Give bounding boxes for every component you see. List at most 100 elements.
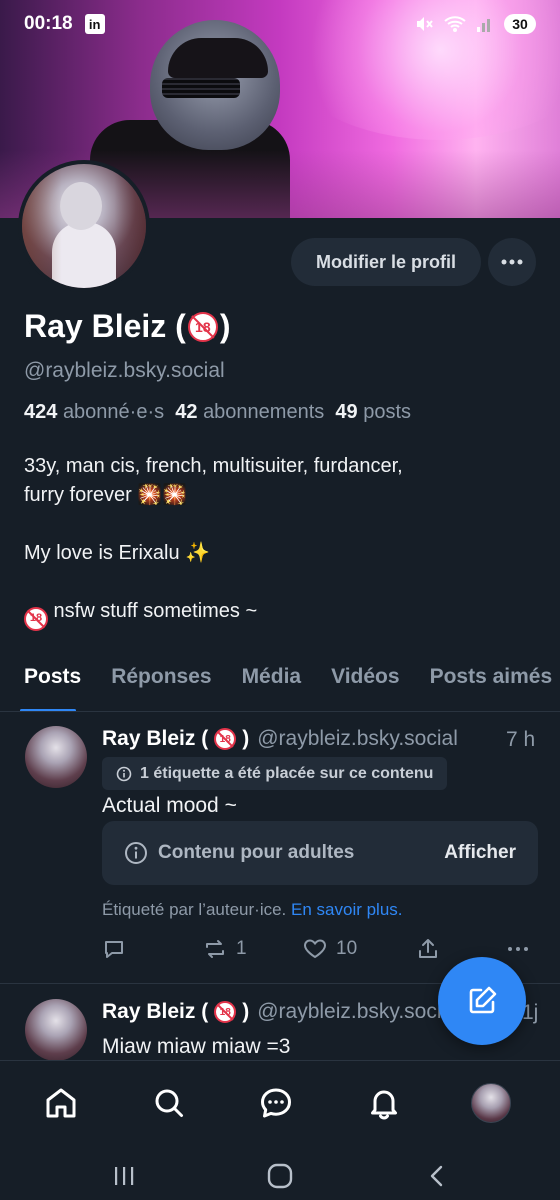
learn-more-link[interactable]: En savoir plus. bbox=[291, 900, 403, 919]
nav-profile[interactable] bbox=[469, 1081, 513, 1125]
followers-label: abonné·e·s bbox=[62, 401, 165, 423]
post-text: Miaw miaw miaw =3 bbox=[102, 1035, 291, 1058]
profile-avatar-small bbox=[471, 1083, 511, 1123]
avatar-tint bbox=[22, 164, 146, 288]
reply-icon bbox=[105, 941, 123, 958]
bio-nsfw-text: nsfw stuff sometimes ~ bbox=[48, 600, 258, 622]
tab-media[interactable]: Média bbox=[227, 652, 317, 711]
share-icon bbox=[419, 939, 437, 958]
home-circle-icon bbox=[267, 1163, 293, 1189]
like-button[interactable]: 10 bbox=[302, 937, 357, 961]
adult-content-warning[interactable]: Contenu pour adultes Afficher bbox=[102, 821, 538, 885]
reply-button[interactable] bbox=[102, 937, 126, 961]
ellipsis-icon bbox=[508, 947, 528, 951]
compose-icon bbox=[469, 986, 497, 1014]
back-icon bbox=[430, 1165, 443, 1187]
compose-post-button[interactable] bbox=[438, 957, 526, 1045]
display-name-text: Ray Bleiz ( bbox=[24, 308, 186, 344]
bio-blank bbox=[24, 510, 544, 539]
home-icon bbox=[46, 1088, 76, 1118]
following-stat[interactable]: 42 abonnements bbox=[175, 401, 324, 423]
recent-apps-icon bbox=[115, 1167, 134, 1185]
chat-icon bbox=[261, 1088, 291, 1118]
nav-notifications[interactable] bbox=[362, 1081, 406, 1125]
repost-button[interactable]: 1 bbox=[202, 937, 247, 961]
share-button[interactable] bbox=[416, 937, 440, 961]
battery-indicator: 30 bbox=[504, 14, 536, 34]
post-time: 7 h bbox=[506, 728, 536, 751]
bio-line: furry forever 🎇🎇 bbox=[24, 484, 188, 506]
system-navigation bbox=[0, 1144, 560, 1200]
bell-icon bbox=[371, 1090, 397, 1120]
tab-replies[interactable]: Réponses bbox=[96, 652, 226, 711]
banner-figure-shades bbox=[162, 78, 240, 98]
signal-icon bbox=[477, 19, 490, 32]
post-author-handle: @raybleiz.bsky.social bbox=[257, 727, 458, 750]
adult-18-icon: 18 bbox=[214, 728, 237, 750]
profile-stats: 424 abonné·e·s 42 abonnements 49 posts bbox=[24, 401, 411, 424]
post-more-button[interactable] bbox=[506, 937, 530, 961]
nav-search[interactable] bbox=[147, 1081, 191, 1125]
labeled-by-notice: Étiqueté par l’auteur·ice. En savoir plu… bbox=[102, 900, 403, 920]
info-icon bbox=[116, 766, 132, 781]
nav-home[interactable] bbox=[39, 1081, 83, 1125]
heart-icon bbox=[303, 939, 327, 959]
like-count: 10 bbox=[336, 938, 358, 959]
posts-count: 49 bbox=[335, 401, 358, 423]
post-author-text: Ray Bleiz ( bbox=[102, 727, 209, 750]
profile-handle: @raybleiz.bsky.social bbox=[24, 359, 225, 382]
profile-avatar[interactable] bbox=[18, 160, 150, 292]
post-author-text: Ray Bleiz ( bbox=[102, 1000, 209, 1023]
profile-tabs: Posts Réponses Média Vidéos Posts aimés bbox=[0, 652, 560, 712]
edit-profile-button[interactable]: Modifier le profil bbox=[291, 238, 481, 286]
post-author-end: ) bbox=[242, 1000, 250, 1023]
post-author-name[interactable]: Ray Bleiz (18) bbox=[102, 1000, 249, 1024]
labeled-by-text: Étiqueté par l’auteur·ice. bbox=[102, 900, 287, 919]
bio-line: My love is Erixalu ✨ bbox=[24, 542, 211, 564]
back-button[interactable] bbox=[415, 1154, 459, 1198]
search-icon bbox=[155, 1089, 183, 1117]
followers-stat[interactable]: 424 abonné·e·s bbox=[24, 401, 164, 423]
status-icons: 30 bbox=[414, 14, 536, 34]
status-bar: 00:18 in 30 bbox=[0, 0, 560, 48]
adult-content-label: Contenu pour adultes bbox=[158, 842, 355, 863]
show-content-button[interactable]: Afficher bbox=[444, 842, 516, 864]
bottom-navigation bbox=[0, 1060, 560, 1144]
wifi-icon bbox=[444, 16, 466, 32]
mute-icon bbox=[417, 17, 433, 31]
post-author-name[interactable]: Ray Bleiz (18) bbox=[102, 727, 249, 751]
following-count: 42 bbox=[175, 401, 198, 423]
label-notice-chip[interactable]: 1 étiquette a été placée sur ce contenu bbox=[102, 757, 448, 790]
post-author-end: ) bbox=[242, 727, 250, 750]
repost-icon bbox=[206, 940, 224, 958]
status-time: 00:18 bbox=[24, 13, 73, 34]
following-label: abonnements bbox=[203, 401, 325, 423]
bio-line: 33y, man cis, french, multisuiter, furda… bbox=[24, 455, 403, 477]
ellipsis-icon bbox=[501, 259, 523, 265]
adult-18-icon: 18 bbox=[24, 606, 48, 631]
followers-count: 424 bbox=[24, 401, 58, 423]
post-header: Ray Bleiz (18) @raybleiz.bsky.social bbox=[102, 1000, 458, 1024]
tab-likes[interactable]: Posts aimés bbox=[415, 652, 560, 711]
system-home-button[interactable] bbox=[258, 1154, 302, 1198]
adult-18-icon: 18 bbox=[214, 1001, 237, 1023]
bio-line-nsfw: 18 nsfw stuff sometimes ~ bbox=[24, 597, 544, 631]
post-author-avatar[interactable] bbox=[25, 726, 87, 788]
tab-videos[interactable]: Vidéos bbox=[316, 652, 414, 711]
info-icon bbox=[125, 842, 147, 864]
post-header: Ray Bleiz (18) @raybleiz.bsky.social bbox=[102, 727, 458, 751]
tab-posts[interactable]: Posts bbox=[0, 652, 96, 711]
nav-chat[interactable] bbox=[254, 1081, 298, 1125]
more-options-button[interactable] bbox=[488, 238, 536, 286]
bio-blank bbox=[24, 568, 544, 597]
display-name-end: ) bbox=[219, 308, 231, 344]
label-notice-text: 1 étiquette a été placée sur ce contenu bbox=[140, 764, 434, 782]
recent-apps-button[interactable] bbox=[102, 1154, 146, 1198]
post-text: Actual mood ~ bbox=[102, 794, 237, 817]
post-author-handle: @raybleiz.bsky.social bbox=[257, 1000, 458, 1023]
posts-label: posts bbox=[363, 401, 412, 423]
profile-display-name: Ray Bleiz ( 18 ) bbox=[24, 308, 230, 345]
adult-18-icon: 18 bbox=[187, 311, 218, 342]
posts-stat: 49 posts bbox=[335, 401, 411, 423]
post-author-avatar[interactable] bbox=[25, 999, 87, 1061]
